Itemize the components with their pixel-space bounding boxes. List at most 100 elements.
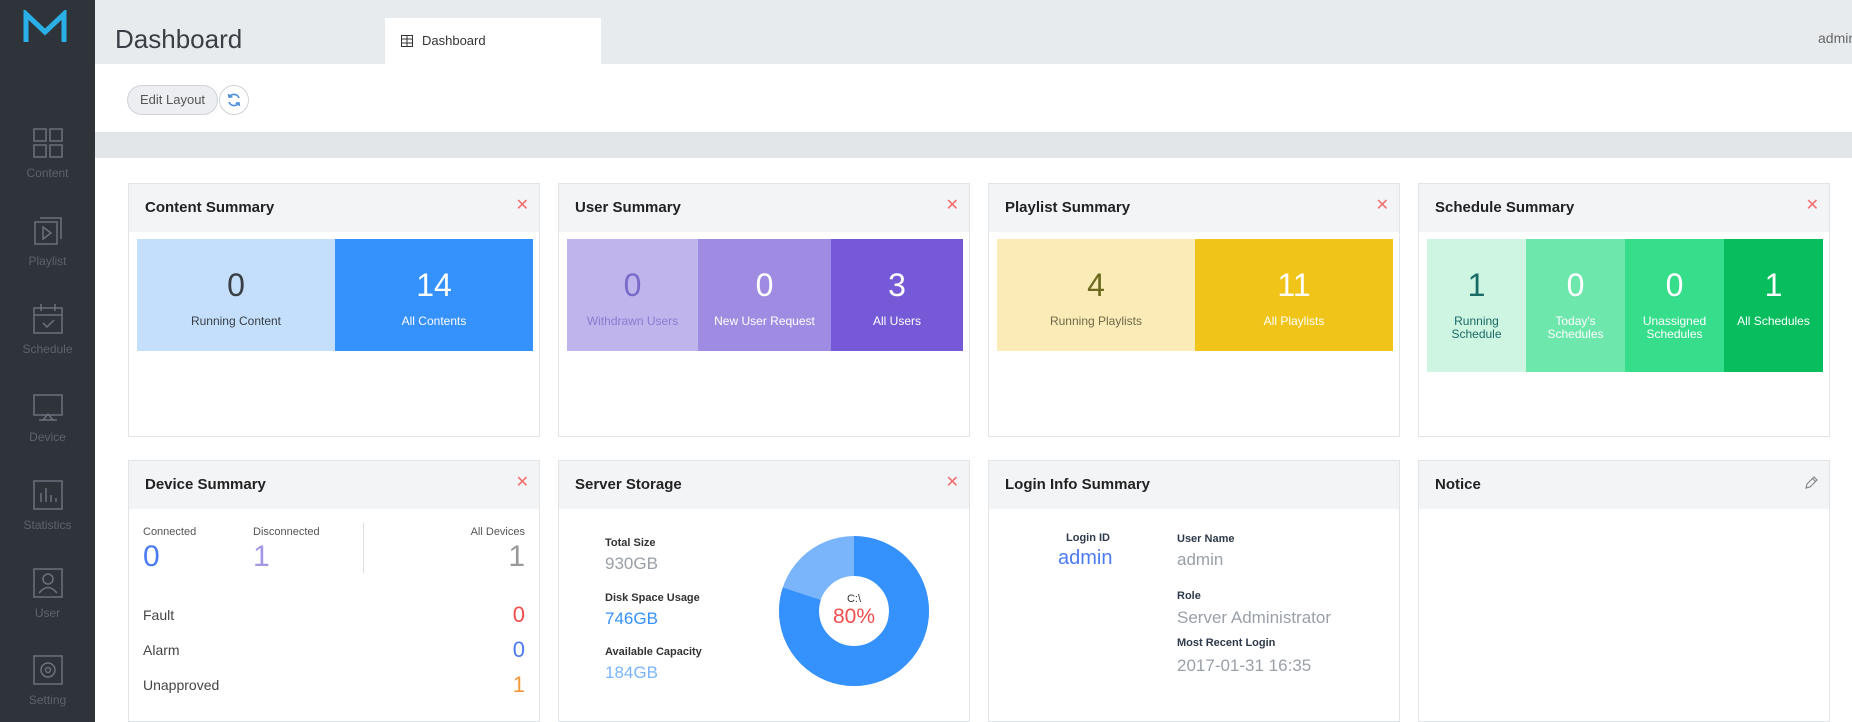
widget-header: Server Storage ✕	[559, 461, 969, 509]
total-size-value: 930GB	[605, 554, 658, 573]
widget-header: Playlist Summary ✕	[989, 184, 1399, 232]
widget-title: Login Info Summary	[1005, 476, 1151, 493]
divider	[363, 523, 364, 573]
tile-withdrawn-users[interactable]: 0 Withdrawn Users	[567, 239, 698, 351]
alarm-value[interactable]: 0	[513, 638, 525, 662]
tile-unassigned-schedules[interactable]: 0 Unassigned Schedules	[1625, 239, 1724, 372]
close-icon[interactable]: ✕	[516, 198, 529, 214]
user-name-value: admin	[1177, 550, 1224, 569]
app-logo	[23, 10, 67, 42]
divider-band	[95, 132, 1852, 158]
notice-widget: Notice	[1418, 460, 1830, 722]
refresh-icon	[227, 93, 241, 107]
tile-value: 14	[416, 267, 452, 303]
page-title: Dashboard	[115, 24, 243, 54]
tile-label: All Contents	[401, 314, 467, 328]
role-label: Role	[1177, 590, 1201, 602]
available-capacity-value: 184GB	[605, 663, 658, 682]
sidebar-item-label: Playlist	[28, 254, 67, 268]
tile-label: Running Playlists	[1049, 314, 1143, 328]
tile-value: 4	[1087, 267, 1105, 303]
tile-value: 0	[1566, 267, 1585, 303]
unapproved-value[interactable]: 1	[513, 673, 525, 697]
tile-label: New User Request	[714, 314, 815, 328]
tab-label: Dashboard	[422, 33, 486, 48]
close-icon[interactable]: ✕	[946, 198, 959, 214]
tile-all-playlists[interactable]: 11 All Playlists	[1195, 239, 1393, 351]
tile-group: 4 Running Playlists 11 All Playlists	[997, 239, 1393, 351]
widget-header: Content Summary ✕	[129, 184, 539, 232]
close-icon[interactable]: ✕	[946, 475, 959, 491]
sidebar-item-device[interactable]: Device	[0, 390, 95, 460]
pencil-icon[interactable]	[1803, 475, 1819, 491]
widget-header: Schedule Summary ✕	[1419, 184, 1829, 232]
recent-login-label: Most Recent Login	[1177, 637, 1276, 649]
user-menu[interactable]: admin	[1818, 30, 1852, 46]
tile-all-contents[interactable]: 14 All Contents	[335, 239, 533, 351]
tile-label: Running Schedule	[1451, 314, 1502, 341]
connected-value[interactable]: 0	[143, 541, 160, 573]
sidebar-item-setting[interactable]: Setting	[0, 653, 95, 722]
tile-all-users[interactable]: 3 All Users	[831, 239, 963, 351]
sidebar-item-label: Device	[29, 430, 66, 444]
tile-label: All Users	[872, 314, 921, 328]
edit-layout-button[interactable]: Edit Layout	[127, 85, 219, 115]
sidebar-item-label: Setting	[28, 693, 67, 707]
close-icon[interactable]: ✕	[1376, 198, 1389, 214]
widget-title: Device Summary	[145, 476, 266, 493]
fault-value[interactable]: 0	[513, 603, 525, 627]
schedule-summary-widget: Schedule Summary ✕ 1 Running Schedule 0 …	[1418, 183, 1830, 437]
user-icon	[32, 568, 63, 598]
available-capacity-label: Available Capacity	[605, 646, 702, 658]
unapproved-label: Unapproved	[143, 677, 220, 693]
recent-login-value: 2017-01-31 16:35	[1177, 656, 1312, 675]
tile-todays-schedules[interactable]: 0 Today's Schedules	[1526, 239, 1625, 372]
tile-running-schedule[interactable]: 1 Running Schedule	[1427, 239, 1526, 372]
storage-donut-chart: C:\ 80%	[779, 536, 929, 686]
tile-value: 1	[1764, 267, 1783, 303]
calendar-icon	[32, 304, 63, 334]
sidebar-item-content[interactable]: Content	[0, 126, 95, 196]
widget-title: Content Summary	[145, 199, 275, 216]
tile-value: 0	[1665, 267, 1684, 303]
tile-label: Running Content	[190, 314, 282, 328]
usage-percent: 80%	[833, 605, 875, 628]
disconnected-label: Disconnected	[253, 526, 320, 538]
sidebar-item-label: User	[34, 606, 61, 620]
all-devices-label: All Devices	[470, 526, 525, 538]
refresh-button[interactable]	[219, 85, 249, 115]
sidebar-item-user[interactable]: User	[0, 566, 95, 636]
all-devices-value[interactable]: 1	[508, 541, 525, 573]
disconnected-value[interactable]: 1	[253, 541, 270, 573]
widget-title: Server Storage	[575, 476, 682, 493]
drive-label: C:\	[847, 593, 862, 605]
gear-icon	[32, 655, 63, 685]
widget-title: Playlist Summary	[1005, 199, 1131, 216]
sidebar-item-label: Content	[26, 166, 69, 180]
tile-label: Unassigned Schedules	[1642, 314, 1707, 341]
monitor-icon	[32, 394, 63, 421]
tile-group: 1 Running Schedule 0 Today's Schedules 0…	[1427, 239, 1823, 372]
playlist-icon	[33, 217, 62, 245]
sidebar: Content Playlist Schedule Device Statist…	[0, 0, 95, 722]
widget-title: User Summary	[575, 199, 681, 216]
role-value: Server Administrator	[1177, 608, 1331, 627]
sidebar-item-label: Schedule	[22, 342, 73, 356]
tile-new-user-request[interactable]: 0 New User Request	[698, 239, 831, 351]
widget-header: Notice	[1419, 461, 1829, 509]
sidebar-item-schedule[interactable]: Schedule	[0, 302, 95, 372]
playlist-summary-widget: Playlist Summary ✕ 4 Running Playlists 1…	[988, 183, 1400, 437]
tab-dashboard[interactable]: Dashboard	[385, 18, 601, 64]
close-icon[interactable]: ✕	[516, 475, 529, 491]
tile-all-schedules[interactable]: 1 All Schedules	[1724, 239, 1823, 372]
widget-header: Device Summary ✕	[129, 461, 539, 509]
tile-running-content[interactable]: 0 Running Content	[137, 239, 335, 351]
device-summary-widget: Device Summary ✕ Connected 0 Disconnecte…	[128, 460, 540, 722]
tile-label: Withdrawn Users	[586, 314, 679, 328]
close-icon[interactable]: ✕	[1806, 198, 1819, 214]
tile-value: 0	[755, 267, 774, 303]
toolbar: Edit Layout	[95, 64, 1852, 132]
tile-running-playlists[interactable]: 4 Running Playlists	[997, 239, 1195, 351]
sidebar-item-playlist[interactable]: Playlist	[0, 214, 95, 284]
sidebar-item-statistics[interactable]: Statistics	[0, 478, 95, 548]
